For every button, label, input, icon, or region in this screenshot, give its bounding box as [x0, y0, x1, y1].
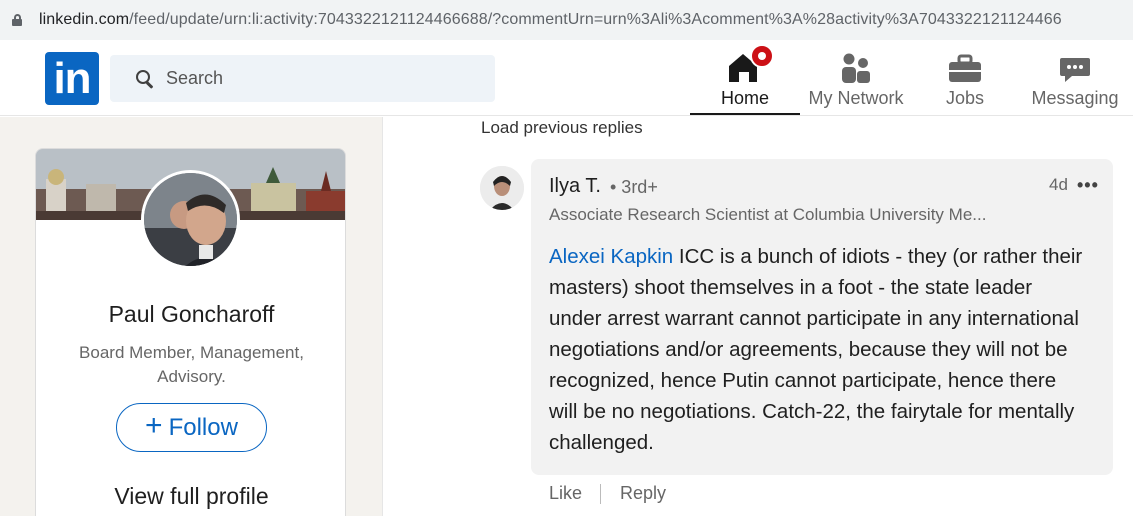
follow-label: Follow [168, 413, 238, 441]
comment-author-name[interactable]: Ilya T. [549, 175, 601, 198]
profile-headline: Board Member, Management, Advisory. [79, 343, 304, 386]
search-input[interactable] [166, 68, 466, 89]
nav-item-messaging[interactable]: Messaging [1030, 40, 1120, 115]
nav-item-home[interactable]: Home [690, 40, 800, 115]
mention-link[interactable]: Alexei Kapkin [549, 245, 673, 268]
comment-body-text: ICC is a bunch of idiots - they (or rath… [549, 245, 1083, 454]
url-text[interactable]: linkedin.com/feed/update/urn:li:activity… [39, 11, 1062, 29]
nav-item-jobs[interactable]: Jobs [930, 40, 1000, 115]
people-icon [826, 40, 886, 84]
plus-icon: + [145, 409, 163, 442]
action-divider [600, 484, 601, 504]
search-box[interactable] [110, 55, 495, 102]
follow-button[interactable]: + Follow [116, 403, 267, 452]
profile-card: Paul Goncharoff Board Member, Management… [35, 148, 346, 516]
like-button[interactable]: Like [549, 483, 582, 504]
notification-badge [750, 44, 774, 68]
home-icon [715, 40, 775, 84]
lock-icon [12, 14, 22, 26]
avatar[interactable] [141, 170, 240, 269]
connection-degree: • 3rd+ [610, 177, 658, 197]
comment-timestamp: 4d [1049, 175, 1068, 194]
top-nav: in Home My Network [0, 40, 1133, 116]
reply-button[interactable]: Reply [620, 483, 666, 504]
commenter-avatar[interactable] [480, 166, 524, 210]
load-previous-replies-link[interactable]: Load previous replies [481, 118, 643, 138]
more-options-icon[interactable]: ••• [1077, 175, 1099, 196]
browser-address-bar[interactable]: linkedin.com/feed/update/urn:li:activity… [0, 0, 1133, 40]
comment-text: Alexei Kapkin ICC is a bunch of idiots -… [549, 241, 1089, 458]
linkedin-logo[interactable]: in [45, 52, 99, 105]
nav-item-my-network[interactable]: My Network [805, 40, 907, 115]
chat-icon [1045, 40, 1105, 84]
profile-name[interactable]: Paul Goncharoff [36, 301, 345, 328]
briefcase-icon [935, 40, 995, 84]
comment-author-title: Associate Research Scientist at Columbia… [549, 205, 987, 224]
view-full-profile-link[interactable]: View full profile [36, 483, 345, 510]
search-icon [136, 69, 154, 89]
